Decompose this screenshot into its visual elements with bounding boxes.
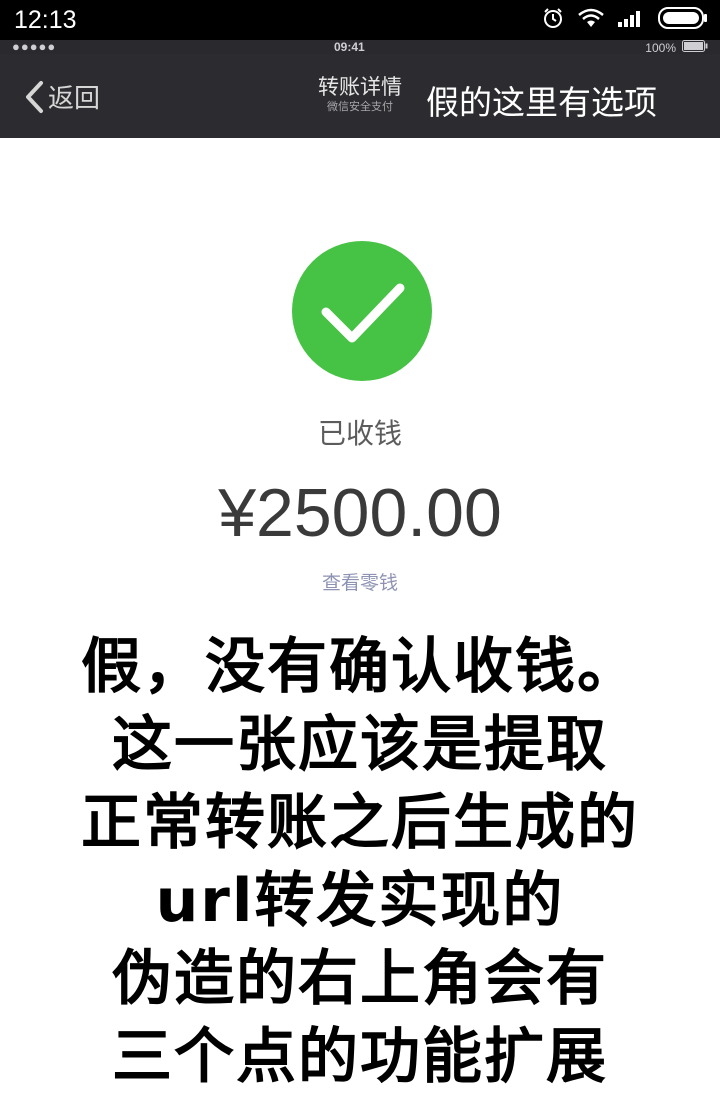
caption-overlay: 假，没有确认收钱。 这一张应该是提取 正常转账之后生成的 url转发实现的 伪造… xyxy=(0,628,720,1096)
view-change-link[interactable]: 查看零钱 xyxy=(0,568,720,595)
overlay-annotation: 假的这里有选项 xyxy=(426,83,657,122)
caption-line: 这一张应该是提取 xyxy=(112,710,608,780)
signal-icon xyxy=(618,9,644,32)
wifi-icon xyxy=(578,8,604,33)
success-check-icon xyxy=(292,241,432,381)
caption-line: 伪造的右上角会有 xyxy=(112,944,608,1014)
battery-icon xyxy=(658,6,708,34)
caption-line: url转发实现的 xyxy=(155,866,565,936)
inner-battery-icon xyxy=(682,40,708,55)
inner-status-bar: ●●●●● 09:41 100% xyxy=(0,39,720,55)
caption-line: 假，没有确认收钱。 xyxy=(81,632,639,702)
back-label: 返回 xyxy=(48,84,101,114)
outer-status-bar: 12:13 xyxy=(0,0,720,40)
outer-status-icons xyxy=(542,6,708,34)
transfer-amount: ¥2500.00 xyxy=(218,475,502,551)
inner-battery-percent: 100% xyxy=(645,40,676,55)
nav-bar: 返回 转账详情 微信安全支付 假的这里有选项 xyxy=(0,54,720,138)
back-button[interactable]: 返回 xyxy=(24,78,100,115)
carrier-signal-dots: ●●●●● xyxy=(12,39,57,54)
nav-title-block: 转账详情 微信安全支付 xyxy=(302,74,418,114)
page-subtitle: 微信安全支付 xyxy=(327,100,393,113)
transfer-status: 已收钱 xyxy=(317,417,402,450)
alarm-icon xyxy=(542,7,564,34)
page-title: 转账详情 xyxy=(318,75,402,99)
inner-battery: 100% xyxy=(645,40,708,55)
outer-status-time: 12:13 xyxy=(14,6,77,34)
caption-line: 三个点的功能扩展 xyxy=(112,1022,608,1092)
inner-status-time: 09:41 xyxy=(334,40,365,54)
caption-line: 正常转账之后生成的 xyxy=(81,788,639,858)
chevron-left-icon xyxy=(24,80,44,114)
